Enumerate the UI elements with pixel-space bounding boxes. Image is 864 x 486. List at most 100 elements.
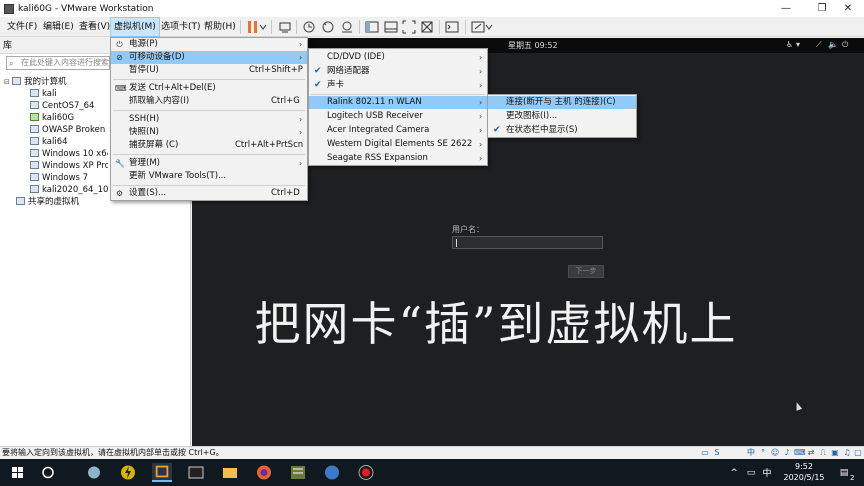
chevron-down-icon[interactable]: ▾ <box>796 40 800 49</box>
volume-icon[interactable]: 🔈 <box>828 40 838 49</box>
submenu-arrow-icon: › <box>479 112 483 121</box>
menu-item-update-vmware-tools[interactable]: 更新 VMware Tools(T)... <box>111 170 307 183</box>
device-acer-camera[interactable]: Acer Integrated Camera › <box>309 124 487 137</box>
show-library-icon[interactable] <box>365 20 379 34</box>
menu-help[interactable]: 帮助(H) <box>201 17 239 37</box>
ime-indicator[interactable]: 中 <box>760 463 774 482</box>
bolt-app-icon[interactable] <box>118 463 138 482</box>
punctuation-icon[interactable]: ° <box>758 448 768 458</box>
console-view-icon[interactable] <box>445 20 459 34</box>
wlan-connect[interactable]: 连接(断开与 主机 的连接)(C) <box>488 96 636 109</box>
menu-view[interactable]: 查看(V) <box>76 17 113 37</box>
chevron-down-icon[interactable] <box>259 20 267 34</box>
file-explorer-icon[interactable] <box>220 463 240 482</box>
chevron-up-icon[interactable]: ^ <box>728 463 740 482</box>
network-adapter-icon[interactable]: ⇄ <box>806 448 816 458</box>
device-seagate-rss[interactable]: Seagate RSS Expansion › <box>309 152 487 165</box>
snapshot-manager-icon[interactable] <box>340 20 354 34</box>
qbittorrent-icon[interactable] <box>322 463 342 482</box>
menu-file[interactable]: 文件(F) <box>4 17 40 37</box>
computer-icon <box>12 77 21 85</box>
device-ralink-wlan[interactable]: Ralink 802.11 n WLAN › <box>309 96 487 109</box>
menu-item-settings[interactable]: ⚙ 设置(S)... Ctrl+D <box>111 187 307 200</box>
send-ctrl-alt-del-icon[interactable] <box>278 20 292 34</box>
vmware-app-icon <box>4 3 14 14</box>
revert-snapshot-icon[interactable] <box>321 20 335 34</box>
app-icon[interactable] <box>288 463 308 482</box>
menu-item-removable-devices[interactable]: ⊘ 可移动设备(D) › <box>111 51 307 64</box>
device-logitech-usb-receiver[interactable]: Logitech USB Receiver › <box>309 110 487 123</box>
hard-disk-icon[interactable]: ▭ <box>700 448 710 458</box>
submenu-arrow-icon: › <box>479 53 483 62</box>
menu-edit[interactable]: 编辑(E) <box>40 17 77 37</box>
tree-vm-item[interactable]: CentOS7_64 <box>30 100 94 112</box>
search-icon[interactable] <box>38 463 58 482</box>
device-network-adapter[interactable]: ✔ 网络适配器 › <box>309 65 487 78</box>
menu-item-capture-screen[interactable]: 捕获屏幕 (C) Ctrl+Alt+PrtScn <box>111 139 307 152</box>
tree-vm-item[interactable]: Windows XP Profe <box>30 160 108 172</box>
wlan-change-icon[interactable]: 更改图标(I)... <box>488 110 636 123</box>
device-sound-card[interactable]: ✔ 声卡 › <box>309 79 487 92</box>
record-app-icon[interactable] <box>356 463 376 482</box>
submenu-arrow-icon: › <box>479 154 483 163</box>
tree-vm-item[interactable]: Windows 10 x64 <box>30 148 108 160</box>
device-western-digital[interactable]: Western Digital Elements SE 2622 › <box>309 138 487 151</box>
emoji-icon[interactable]: ☺ <box>770 448 780 458</box>
wlan-show-in-statusbar[interactable]: ✔ 在状态栏中显示(S) <box>488 124 636 137</box>
suspend-pause-icon[interactable] <box>246 20 260 34</box>
keyboard-icon[interactable]: ⌨ <box>794 448 806 458</box>
toolbar-separator <box>240 20 241 34</box>
menu-vm[interactable]: 虚拟机(M) <box>110 17 160 37</box>
firefox-icon[interactable] <box>254 463 274 482</box>
windows-start-icon[interactable] <box>8 463 28 482</box>
wlan-device-icon[interactable]: ▣ <box>830 448 840 458</box>
menu-item-grab-input[interactable]: 抓取输入内容(I) Ctrl+G <box>111 95 307 108</box>
chevron-down-icon[interactable] <box>485 20 493 34</box>
tree-vm-item[interactable]: kali <box>30 88 57 100</box>
unity-icon[interactable] <box>420 20 434 34</box>
vm-icon <box>30 101 39 109</box>
library-search-input[interactable]: ⌕ 在此处键入内容进行搜索 <box>6 56 110 70</box>
fullscreen-icon[interactable] <box>402 20 416 34</box>
menu-item-power[interactable]: ⏻ 电源(P) › <box>111 38 307 51</box>
tree-vm-item[interactable]: kali64 <box>30 136 68 148</box>
usb-device-icon[interactable]: ⎍ <box>818 448 828 458</box>
display-icon[interactable]: ▢ <box>853 448 863 458</box>
close-button[interactable]: ✕ <box>830 0 864 17</box>
tree-vm-item[interactable]: kali2020_64_1000 <box>30 184 108 196</box>
microphone-icon[interactable]: ♪ <box>782 448 792 458</box>
tree-vm-item[interactable]: Windows 7 <box>30 172 88 184</box>
menu-separator <box>113 110 305 111</box>
network-icon[interactable]: ▭ <box>744 463 758 482</box>
tree-shared-vms[interactable]: 共享的虚拟机 <box>16 196 79 208</box>
terminal-icon[interactable] <box>186 463 206 482</box>
taskbar-clock[interactable]: 9:52 2020/5/15 <box>776 461 832 483</box>
sound-device-icon[interactable]: ♫ <box>842 448 852 458</box>
menu-item-pause[interactable]: 暂停(U) Ctrl+Shift+P <box>111 64 307 77</box>
guest-clock: 星期五 09:52 <box>508 41 558 50</box>
power-icon[interactable]: ⏻ <box>842 40 848 50</box>
menu-item-ssh[interactable]: SSH(H) › <box>111 113 307 126</box>
menu-tabs[interactable]: 选项卡(T) <box>158 17 204 37</box>
thumbnail-bar-icon[interactable] <box>384 20 398 34</box>
menu-item-manage[interactable]: 🔧 管理(M) › <box>111 157 307 170</box>
minimize-button[interactable]: — <box>768 0 804 17</box>
removable-devices-submenu: CD/DVD (IDE) › ✔ 网络适配器 › ✔ 声卡 › Ralink 802.11… <box>308 48 488 166</box>
menu-item-send-ctrl-alt-del[interactable]: ⌨ 发送 Ctrl+Alt+Del(E) <box>111 82 307 95</box>
tree-root-my-computer[interactable]: ⊟ 我的计算机 <box>4 76 67 88</box>
username-input[interactable] <box>452 236 603 249</box>
device-cd-dvd[interactable]: CD/DVD (IDE) › <box>309 51 487 64</box>
accessibility-icon[interactable]: ♿ <box>786 40 793 49</box>
menu-item-snapshot[interactable]: 快照(N) › <box>111 126 307 139</box>
snapshot-icon[interactable] <box>302 20 316 34</box>
network-icon[interactable]: ⟋ <box>816 40 822 50</box>
stretch-guest-icon[interactable] <box>471 20 485 34</box>
ime-chinese-indicator[interactable]: 中 <box>746 448 756 458</box>
tree-vm-item[interactable]: kali60G <box>30 112 74 124</box>
next-button[interactable]: 下一步 <box>568 265 604 278</box>
collapse-icon[interactable]: ⊟ <box>4 76 12 88</box>
app-icon[interactable] <box>84 463 104 482</box>
tree-vm-item[interactable]: OWASP Broken W <box>30 124 108 136</box>
sogou-ime-icon[interactable]: S <box>712 448 722 458</box>
vmware-taskbar-icon[interactable] <box>152 463 172 482</box>
